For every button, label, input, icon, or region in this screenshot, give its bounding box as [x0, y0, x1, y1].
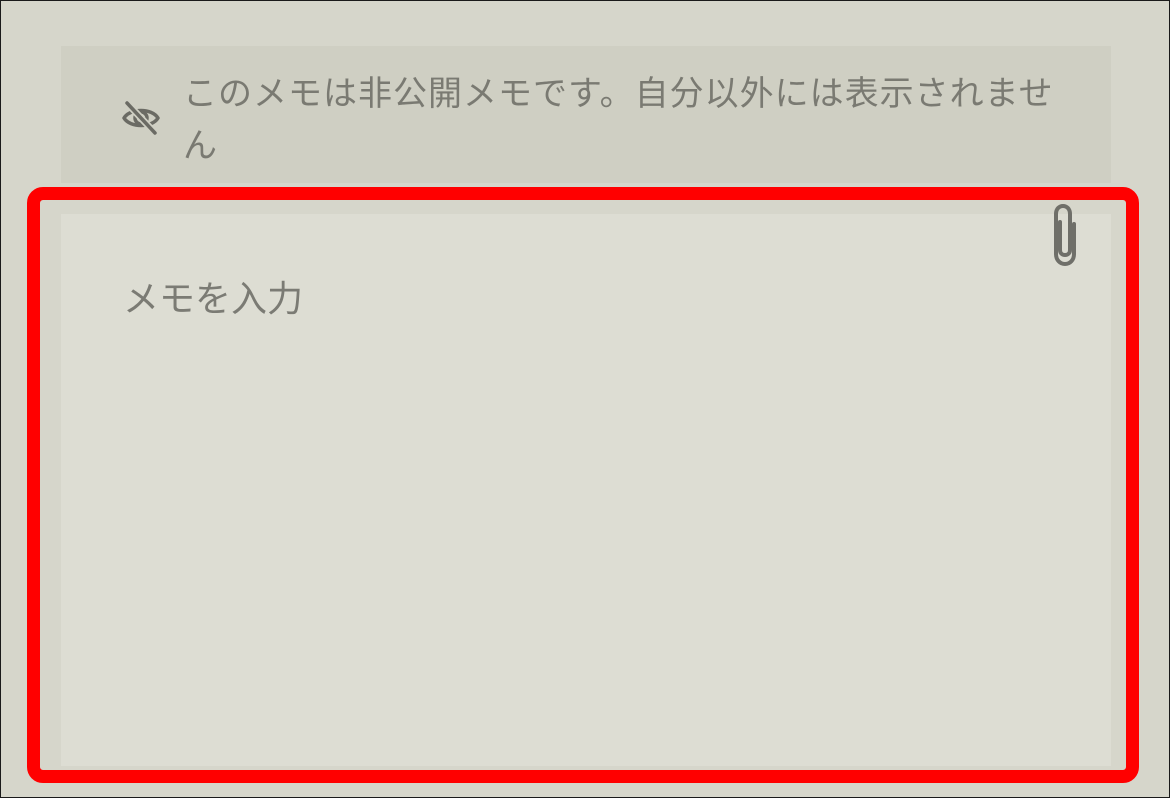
- private-memo-notice: このメモは非公開メモです。自分以外には表示されません: [61, 46, 1111, 183]
- eye-off-icon: [121, 98, 161, 138]
- memo-editor: [61, 204, 1111, 766]
- screen-frame: このメモは非公開メモです。自分以外には表示されません: [0, 0, 1170, 798]
- private-memo-notice-text: このメモは非公開メモです。自分以外には表示されません: [183, 74, 1054, 166]
- paperclip-icon[interactable]: [1044, 200, 1086, 270]
- memo-input[interactable]: [61, 214, 1111, 766]
